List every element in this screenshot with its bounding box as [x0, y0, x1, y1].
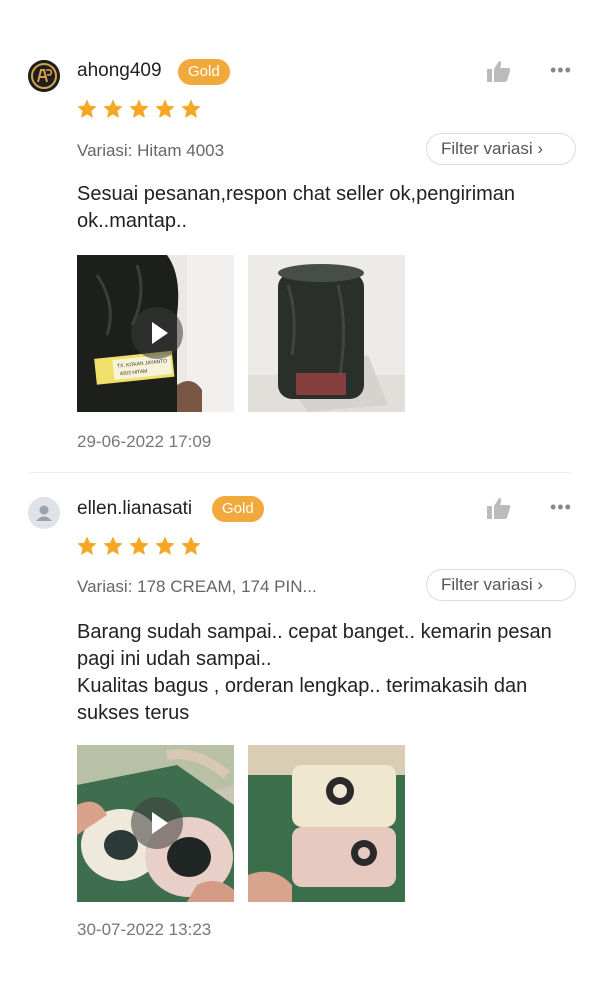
gold-badge: Gold — [178, 59, 230, 85]
star-icon — [103, 99, 123, 118]
filter-variation-button[interactable]: Filter variasi › — [426, 569, 576, 601]
star-icon — [155, 99, 175, 118]
username[interactable]: ahong409 — [77, 60, 162, 82]
photo-image — [248, 745, 405, 902]
star-rating — [76, 535, 202, 557]
review-photo-thumbnail[interactable] — [248, 255, 405, 412]
avatar-logo-icon — [28, 60, 60, 92]
gold-badge: Gold — [212, 496, 264, 522]
play-icon[interactable] — [131, 797, 183, 849]
divider — [30, 472, 570, 473]
star-icon — [129, 536, 149, 555]
photo-image — [248, 255, 405, 412]
thumbs-up-icon[interactable] — [486, 59, 512, 83]
more-options-icon[interactable]: ••• — [550, 497, 572, 518]
play-icon[interactable] — [131, 307, 183, 359]
more-options-icon[interactable]: ••• — [550, 60, 572, 81]
variation-label: Variasi: Hitam 4003 — [77, 141, 225, 160]
filter-variation-button[interactable]: Filter variasi › — [426, 133, 576, 165]
variation-label: Variasi: 178 CREAM, 174 PIN... — [77, 577, 317, 596]
star-icon — [129, 99, 149, 118]
username[interactable]: ellen.lianasati — [77, 498, 192, 520]
review-text: Barang sudah sampai.. cepat banget.. kem… — [77, 621, 552, 724]
review-date: 30-07-2022 13:23 — [77, 920, 212, 939]
star-icon — [77, 99, 97, 118]
review-video-thumbnail[interactable] — [77, 745, 234, 902]
star-icon — [181, 536, 201, 555]
star-icon — [181, 99, 201, 118]
avatar[interactable] — [28, 497, 60, 529]
avatar[interactable] — [28, 60, 60, 92]
review-date: 29-06-2022 17:09 — [77, 432, 212, 451]
review-text: Sesuai pesanan,respon chat seller ok,pen… — [77, 183, 516, 232]
default-user-icon — [28, 497, 60, 529]
review-photo-thumbnail[interactable] — [248, 745, 405, 902]
star-icon — [155, 536, 175, 555]
review-video-thumbnail[interactable]: TX. KOKAN JAYANTO 4003 HITAM — [77, 255, 234, 412]
star-icon — [77, 536, 97, 555]
star-rating — [76, 98, 202, 120]
thumbs-up-icon[interactable] — [486, 496, 512, 520]
star-icon — [103, 536, 123, 555]
